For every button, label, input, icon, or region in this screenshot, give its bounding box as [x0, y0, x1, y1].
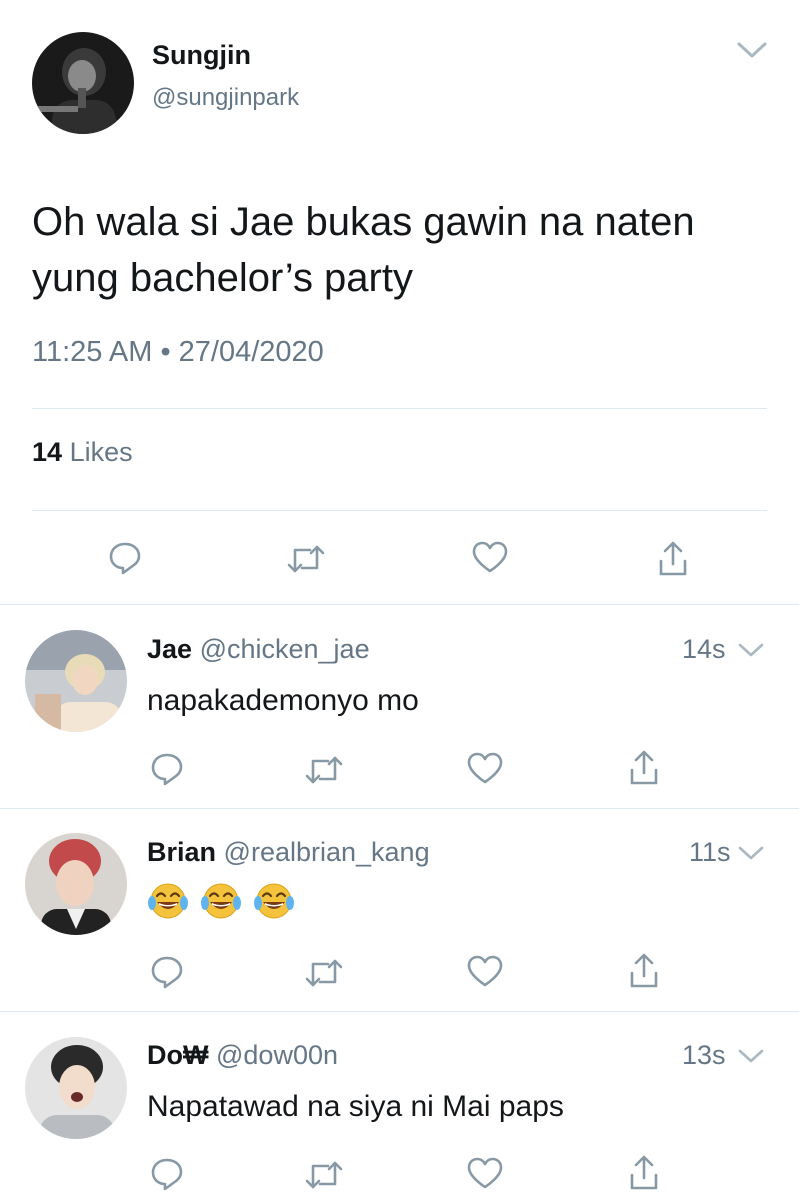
reply-time[interactable]: 13s [682, 1040, 726, 1071]
chevron-down-icon[interactable] [736, 40, 768, 60]
reply-icon[interactable] [107, 540, 143, 576]
likes-count: 14 [32, 437, 63, 467]
retweet-icon[interactable] [304, 753, 344, 787]
likes-stat[interactable]: 14 Likes [32, 437, 133, 468]
avatar[interactable] [25, 630, 127, 732]
likes-label: Likes [69, 437, 133, 467]
reply-header: Brian @realbrian_kang [147, 837, 430, 868]
retweet-icon[interactable] [304, 1158, 344, 1192]
display-name[interactable]: Sungjin [152, 40, 251, 71]
share-icon[interactable] [627, 749, 661, 787]
divider [0, 604, 799, 605]
reply-header: Jae @chicken_jae [147, 634, 370, 665]
like-icon[interactable] [471, 540, 509, 574]
face-with-tears-of-joy-icon [148, 882, 296, 920]
reply-header: Do₩ @dow00n [147, 1040, 338, 1071]
avatar[interactable] [32, 32, 134, 134]
tweet-text-line: Oh wala si Jae bukas gawin na naten [32, 200, 695, 244]
reply-icon[interactable] [149, 1156, 185, 1192]
avatar[interactable] [25, 833, 127, 935]
reply-text: Napatawad na siya ni Mai paps [147, 1090, 564, 1123]
separator: • [160, 336, 171, 368]
time: 11:25 AM [32, 336, 153, 368]
reply-time[interactable]: 14s [682, 634, 726, 665]
avatar[interactable] [25, 1037, 127, 1139]
tweet-text: Oh wala si Jae bukas gawin na naten yung… [32, 194, 695, 306]
share-icon[interactable] [627, 1154, 661, 1192]
handle[interactable]: @sungjinpark [152, 84, 299, 112]
like-icon[interactable] [466, 1156, 504, 1190]
tweet-text-line: yung bachelor’s party [32, 256, 413, 300]
chevron-down-icon[interactable] [737, 1047, 765, 1065]
divider [32, 408, 767, 409]
chevron-down-icon[interactable] [737, 641, 765, 659]
handle[interactable]: @realbrian_kang [224, 837, 430, 867]
like-icon[interactable] [466, 751, 504, 785]
chevron-down-icon[interactable] [737, 844, 765, 862]
divider [32, 510, 767, 511]
like-icon[interactable] [466, 954, 504, 988]
reply-icon[interactable] [149, 954, 185, 990]
handle[interactable]: @dow00n [216, 1040, 338, 1070]
reply-icon[interactable] [149, 751, 185, 787]
display-name[interactable]: Do₩ [147, 1040, 208, 1070]
reply-time[interactable]: 11s [689, 837, 731, 868]
share-icon[interactable] [627, 952, 661, 990]
date: 27/04/2020 [178, 336, 324, 368]
display-name[interactable]: Jae [147, 634, 192, 664]
handle[interactable]: @chicken_jae [200, 634, 370, 664]
reply-text: napakademonyo mo [147, 684, 419, 717]
share-icon[interactable] [656, 540, 690, 578]
timestamp[interactable]: 11:25 AM • 27/04/2020 [32, 336, 324, 369]
retweet-icon[interactable] [286, 542, 326, 576]
display-name[interactable]: Brian [147, 837, 216, 867]
divider [0, 808, 799, 809]
retweet-icon[interactable] [304, 956, 344, 990]
divider [0, 1011, 799, 1012]
